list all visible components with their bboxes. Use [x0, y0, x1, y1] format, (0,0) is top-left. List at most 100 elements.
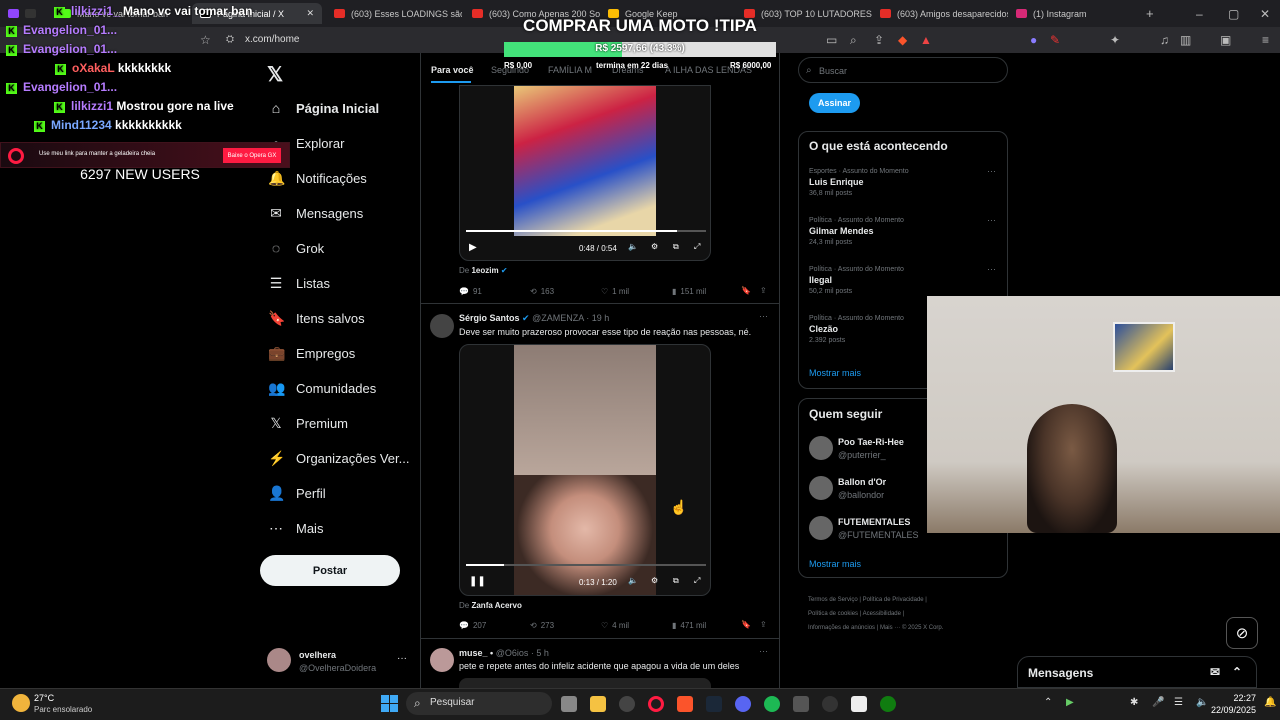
account-avatar[interactable]: [267, 648, 291, 672]
nav-item-9[interactable]: 𝕏 Premium: [268, 413, 348, 433]
nav-item-5[interactable]: ☰ Listas: [268, 273, 330, 293]
nav-item-11[interactable]: 👤 Perfil: [268, 483, 326, 503]
share-icon[interactable]: ⇪: [874, 33, 884, 47]
volume-icon[interactable]: 🔈: [628, 576, 638, 585]
nav-item-10[interactable]: ⚡ Organizações Ver...: [268, 448, 409, 468]
reply-stat[interactable]: 💬 207: [459, 621, 486, 630]
file-explorer-icon[interactable]: [590, 696, 606, 712]
share-post-icon[interactable]: ⇪: [760, 620, 767, 629]
brave-taskbar-icon[interactable]: [677, 696, 693, 712]
tab-youtube-1[interactable]: (603) Esses LOADINGS são ES: [326, 3, 462, 24]
grok-icon[interactable]: ⊘: [1226, 617, 1258, 649]
taskbar-search[interactable]: ⌕ Pesquisar: [406, 692, 552, 715]
task-view-icon[interactable]: [561, 696, 577, 712]
post3-more-icon[interactable]: ···: [759, 646, 768, 656]
video-progress-track[interactable]: [466, 230, 706, 232]
bluetooth-icon[interactable]: ✱: [1130, 697, 1138, 708]
app-icon[interactable]: [822, 696, 838, 712]
network-icon[interactable]: ☰: [1174, 697, 1183, 708]
post-button[interactable]: Postar: [260, 555, 400, 586]
nav-item-7[interactable]: 💼 Empregos: [268, 343, 355, 363]
minimize-icon[interactable]: –: [1196, 7, 1203, 21]
trends-show-more[interactable]: Mostrar mais: [809, 368, 861, 378]
post1-video[interactable]: ▶ 0:48 / 0:54 🔈 ⚙ ⧉ ⤢: [459, 85, 711, 261]
volume-icon[interactable]: 🔈: [628, 242, 638, 251]
trend-more-icon[interactable]: ···: [987, 215, 996, 225]
subscribe-button[interactable]: Assinar: [809, 93, 860, 113]
weather-icon[interactable]: [12, 694, 30, 712]
tab-youtube-4[interactable]: (603) Amigos desaparecidos: [872, 3, 1008, 24]
x-logo-icon[interactable]: 𝕏: [267, 62, 283, 87]
sidebar-icon[interactable]: ▥: [1180, 33, 1191, 47]
mic-icon[interactable]: 🎤: [1152, 697, 1164, 708]
compose-message-icon[interactable]: ✉: [1210, 665, 1220, 679]
tab-instagram[interactable]: (1) Instagram: [1008, 3, 1138, 24]
video-progress-track[interactable]: [466, 564, 706, 566]
nav-item-0[interactable]: ⌂ Página Inicial: [268, 98, 379, 118]
trend-item[interactable]: Política · Assunto do Momento Gilmar Mend…: [809, 215, 999, 246]
extension-icon[interactable]: ✎: [1050, 33, 1060, 47]
close-window-icon[interactable]: ✕: [1260, 7, 1270, 21]
tab-para-voce[interactable]: Para você: [431, 65, 474, 75]
bookmark-page-icon[interactable]: ☆: [200, 33, 211, 47]
opera-gx-taskbar-icon[interactable]: [648, 696, 664, 712]
brave-rewards-icon[interactable]: ▲: [920, 33, 932, 47]
cast-icon[interactable]: ▭: [826, 33, 837, 47]
share-post-icon[interactable]: ⇪: [760, 286, 767, 295]
like-stat[interactable]: ♡ 1 mil: [601, 287, 629, 296]
steam-icon[interactable]: [706, 696, 722, 712]
pause-icon[interactable]: ❚❚: [469, 576, 486, 587]
settings-icon[interactable]: ⚙: [651, 242, 658, 251]
avatar[interactable]: [809, 436, 833, 460]
views-stat[interactable]: ▮ 471 mil: [672, 621, 706, 630]
post2-avatar[interactable]: [430, 314, 454, 338]
settings-icon[interactable]: ⚙: [651, 576, 658, 585]
windows-start-icon[interactable]: [381, 695, 398, 712]
menu-icon[interactable]: ≡: [1262, 33, 1269, 47]
account-name[interactable]: ovelhera: [299, 650, 336, 660]
avatar[interactable]: [809, 476, 833, 500]
zoom-icon[interactable]: ⌕: [850, 33, 857, 47]
post3-media[interactable]: [459, 678, 711, 688]
nav-item-3[interactable]: ✉ Mensagens: [268, 203, 363, 223]
clock-date[interactable]: 22/09/2025: [1204, 705, 1256, 715]
avatar[interactable]: [809, 516, 833, 540]
xbox-icon[interactable]: [880, 696, 896, 712]
app-icon[interactable]: [619, 696, 635, 712]
trend-item[interactable]: Política · Assunto do Momento Ilegal 50,2 …: [809, 264, 999, 295]
extension-icon[interactable]: ●: [1030, 33, 1037, 47]
close-tab-icon[interactable]: ✕: [306, 8, 314, 19]
repost-stat[interactable]: ⟲ 273: [530, 621, 554, 630]
follow-show-more[interactable]: Mostrar mais: [809, 559, 861, 569]
like-stat[interactable]: ♡ 4 mil: [601, 621, 629, 630]
brave-shield-icon[interactable]: ◆: [898, 33, 907, 47]
tab-familia[interactable]: FAMÍLIA M: [548, 65, 592, 75]
search-input[interactable]: ⌕ Buscar: [798, 57, 1008, 83]
notepad-icon[interactable]: [851, 696, 867, 712]
account-menu-icon[interactable]: ···: [397, 653, 407, 664]
site-info-icon[interactable]: ⛭: [226, 33, 234, 47]
app-icon[interactable]: [793, 696, 809, 712]
notification-icon[interactable]: 🔔: [1264, 697, 1276, 708]
post2-more-icon[interactable]: ···: [759, 311, 768, 321]
views-stat[interactable]: ▮ 151 mil: [672, 287, 706, 296]
expand-icon[interactable]: ⌃: [1232, 665, 1242, 679]
spotify-icon[interactable]: [764, 696, 780, 712]
bookmark-icon[interactable]: 🔖: [741, 286, 751, 295]
play-icon[interactable]: ▶: [469, 242, 477, 253]
new-tab-icon[interactable]: +: [1146, 7, 1154, 21]
pip-icon[interactable]: ⧉: [673, 242, 679, 252]
reply-stat[interactable]: 💬 91: [459, 287, 482, 296]
trend-more-icon[interactable]: ···: [987, 264, 996, 274]
fullscreen-icon[interactable]: ⤢: [694, 242, 700, 252]
nav-item-4[interactable]: ◌ Grok: [268, 238, 324, 258]
post2-video[interactable]: ❚❚ 0:13 / 1:20 🔈 ⚙ ⧉ ⤢: [459, 344, 711, 596]
tray-play-icon[interactable]: ▶: [1066, 697, 1074, 708]
nav-item-8[interactable]: 👥 Comunidades: [268, 378, 376, 398]
nav-item-12[interactable]: ⋯ Mais: [268, 518, 323, 538]
bookmark-icon[interactable]: 🔖: [741, 620, 751, 629]
repost-stat[interactable]: ⟲ 163: [530, 287, 554, 296]
clock-time[interactable]: 22:27: [1226, 693, 1256, 703]
trend-item[interactable]: Esportes · Assunto do Momento Luis Enriqu…: [809, 166, 999, 197]
post3-avatar[interactable]: [430, 648, 454, 672]
